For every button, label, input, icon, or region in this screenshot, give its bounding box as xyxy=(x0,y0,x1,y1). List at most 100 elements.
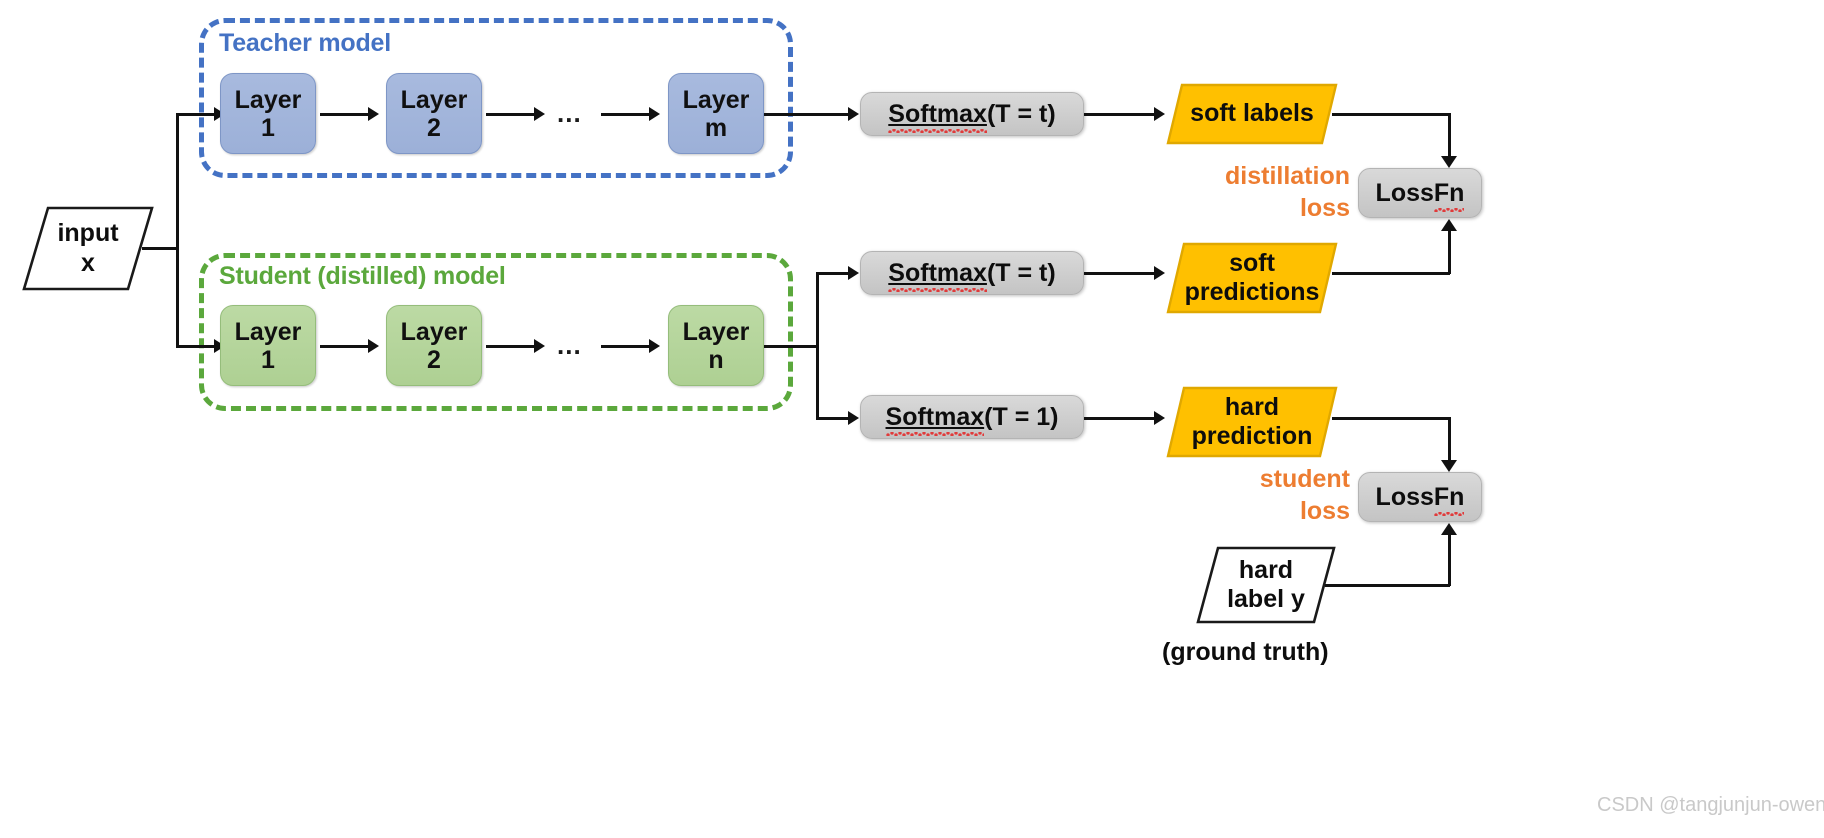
student-layer-1-line2: 1 xyxy=(261,345,275,374)
teacher-model-label: Teacher model xyxy=(219,29,391,57)
input-trunk-horizontal xyxy=(142,247,178,250)
hard-pred-to-loss-drop xyxy=(1448,417,1451,465)
student-arrow-1-2-line xyxy=(320,345,370,348)
student-layer-1-line1: Layer xyxy=(234,317,302,346)
hard-label-to-loss-rise xyxy=(1448,533,1451,586)
student-softmax-hard-word: Softmax xyxy=(885,402,985,436)
input-line1: input xyxy=(57,219,119,247)
hard-label-to-loss-line xyxy=(1325,584,1450,587)
student-to-hard-softmax-arrow-icon xyxy=(848,411,859,425)
soft-predictions-line1: soft xyxy=(1229,248,1275,277)
watermark: CSDN @tangjunjun-owen xyxy=(1597,794,1824,816)
soft-labels-text: soft labels xyxy=(1190,99,1314,128)
student-arrow-1-2-icon xyxy=(368,339,379,353)
teacher-arrow-2-dots-line xyxy=(486,113,536,116)
student-loss-line1: student xyxy=(1259,465,1350,493)
input-trunk-vertical xyxy=(176,114,179,348)
student-layer-n-line1: Layer xyxy=(682,317,750,346)
teacher-arrow-dots-m-icon xyxy=(649,107,660,121)
teacher-layer-2-line2: 2 xyxy=(427,113,441,142)
student-loss-fn-spell: Fn xyxy=(1433,482,1465,516)
ground-truth-caption: (ground truth) xyxy=(1162,638,1329,666)
student-softmax-soft-box: Softmax (T = t) xyxy=(860,251,1084,295)
student-arrow-dots-n-icon xyxy=(649,339,660,353)
student-layer-2-line2: 2 xyxy=(427,345,441,374)
teacher-softmax-word: Softmax xyxy=(888,99,987,133)
student-layer-n-line2: n xyxy=(708,345,724,374)
teacher-layer-m-line2: m xyxy=(704,113,728,142)
teacher-layer-1: Layer 1 xyxy=(220,73,316,154)
distillation-loss-note: distillation loss xyxy=(1210,160,1350,224)
student-loss-fn-box: Loss Fn xyxy=(1358,472,1482,522)
student-layer-1: Layer 1 xyxy=(220,305,316,386)
soft-predictions-line2: predictions xyxy=(1184,278,1320,306)
hard-label-to-loss-arrow-icon xyxy=(1441,523,1457,535)
teacher-softmax-box: Softmax (T = t) xyxy=(860,92,1084,136)
teacher-arrow-dots-m-line xyxy=(601,113,651,116)
distillation-loss-fn-spell: Fn xyxy=(1433,178,1465,212)
hard-label-line1: hard xyxy=(1238,555,1294,584)
student-loss-fn-word: Loss xyxy=(1375,482,1434,511)
teacher-layer-1-line2: 1 xyxy=(261,113,275,142)
soft-labels-to-loss-arrow-icon xyxy=(1441,156,1457,168)
distillation-loss-line2: loss xyxy=(1299,194,1350,222)
teacher-layer-2: Layer 2 xyxy=(386,73,482,154)
soft-softmax-to-pred-line xyxy=(1084,272,1156,275)
student-ellipsis: ... xyxy=(557,330,582,360)
teacher-layer-m-line1: Layer xyxy=(682,85,750,114)
soft-softmax-to-pred-arrow-icon xyxy=(1154,266,1165,280)
hard-pred-to-loss-arrow-icon xyxy=(1441,460,1457,472)
student-layer-2: Layer 2 xyxy=(386,305,482,386)
student-output-split xyxy=(816,273,819,419)
teacher-to-softmax-line xyxy=(764,113,850,116)
hard-softmax-to-pred-line xyxy=(1084,417,1156,420)
student-loss-line2: loss xyxy=(1299,497,1350,525)
teacher-to-softmax-arrow-icon xyxy=(848,107,859,121)
input-line2: x xyxy=(81,248,95,277)
student-softmax-hard-box: Softmax (T = 1) xyxy=(860,395,1084,439)
soft-pred-to-loss-arrow-icon xyxy=(1441,219,1457,231)
teacher-ellipsis: ... xyxy=(557,98,582,128)
hard-prediction-line1: hard xyxy=(1224,392,1280,421)
distillation-loss-fn-box: Loss Fn xyxy=(1358,168,1482,218)
teacher-softmax-to-labels-line xyxy=(1084,113,1156,116)
student-softmax-soft-args: (T = t) xyxy=(986,258,1056,287)
hard-softmax-to-pred-arrow-icon xyxy=(1154,411,1165,425)
distillation-loss-line1: distillation xyxy=(1225,162,1350,190)
student-arrow-2-dots-line xyxy=(486,345,536,348)
teacher-arrow-1-2-line xyxy=(320,113,370,116)
soft-labels-to-loss-line xyxy=(1332,113,1450,116)
input-node: input x xyxy=(22,206,154,291)
hard-pred-to-loss-line xyxy=(1332,417,1450,420)
soft-predictions-node: soft predictions xyxy=(1166,242,1338,314)
soft-pred-to-loss-rise xyxy=(1448,229,1451,274)
student-arrow-dots-n-line xyxy=(601,345,651,348)
teacher-layer-m: Layer m xyxy=(668,73,764,154)
hard-label-line2: label y xyxy=(1227,585,1305,613)
teacher-softmax-args: (T = t) xyxy=(986,99,1056,128)
soft-labels-to-loss-drop xyxy=(1448,113,1451,161)
student-softmax-hard-args: (T = 1) xyxy=(984,402,1059,431)
student-input-line xyxy=(176,345,216,348)
student-to-soft-softmax-line xyxy=(816,272,850,275)
diagram-canvas: Teacher model Student (distilled) model … xyxy=(0,0,1824,838)
student-to-hard-softmax-line xyxy=(816,417,850,420)
teacher-arrow-2-dots-icon xyxy=(534,107,545,121)
teacher-layer-1-line1: Layer xyxy=(234,85,302,114)
hard-prediction-node: hard prediction xyxy=(1166,386,1338,458)
teacher-arrow-1-2-icon xyxy=(368,107,379,121)
student-model-label: Student (distilled) model xyxy=(219,262,506,290)
student-arrow-2-dots-icon xyxy=(534,339,545,353)
distillation-loss-fn-word: Loss xyxy=(1375,178,1434,207)
teacher-softmax-to-labels-arrow-icon xyxy=(1154,107,1165,121)
student-to-soft-softmax-arrow-icon xyxy=(848,266,859,280)
soft-labels-node: soft labels xyxy=(1166,83,1338,145)
teacher-input-line xyxy=(176,113,216,116)
student-layer-2-line1: Layer xyxy=(400,317,468,346)
teacher-layer-2-line1: Layer xyxy=(400,85,468,114)
hard-label-node: hard label y xyxy=(1196,546,1336,624)
student-output-stub xyxy=(764,345,818,348)
hard-prediction-line2: prediction xyxy=(1191,422,1313,450)
student-layer-n: Layer n xyxy=(668,305,764,386)
soft-pred-to-loss-line xyxy=(1332,272,1450,275)
